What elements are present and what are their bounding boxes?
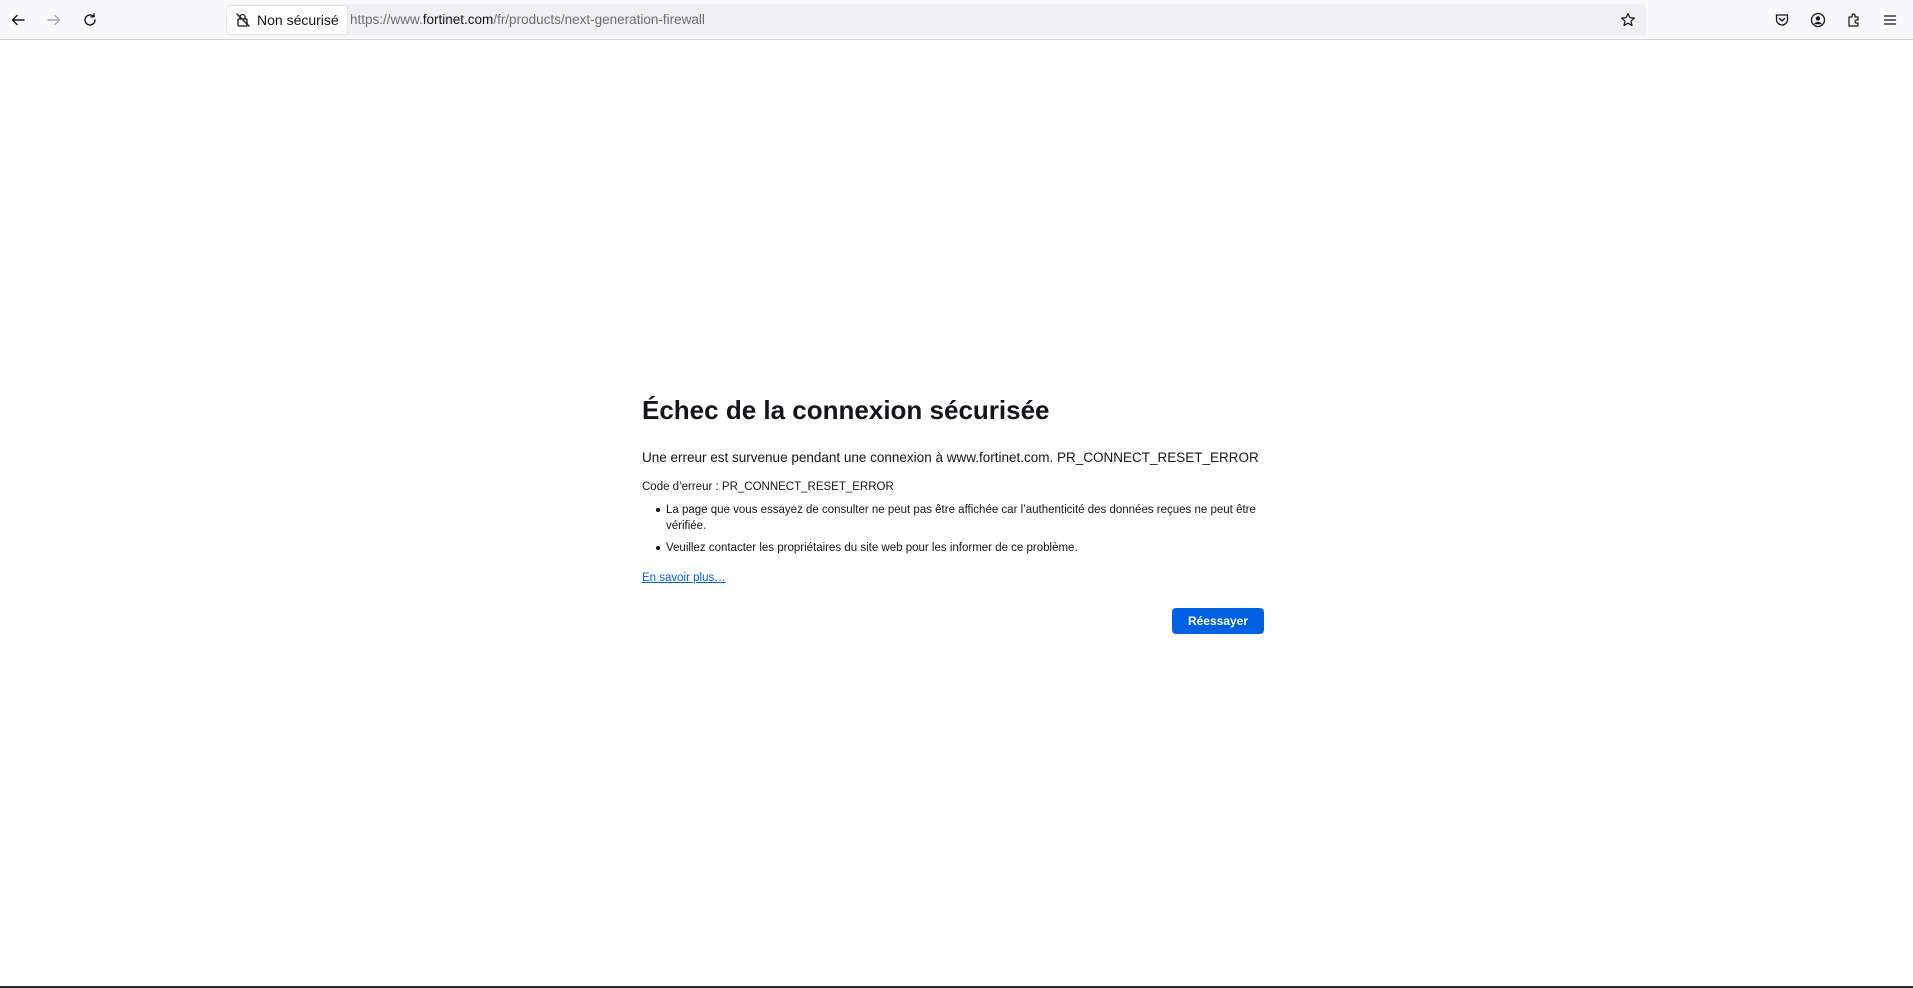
site-security-button[interactable]: Non sécurisé xyxy=(227,6,347,34)
url-path: /fr/products/next-generation-firewall xyxy=(493,12,705,27)
reload-button[interactable] xyxy=(76,6,104,34)
reload-icon xyxy=(84,13,96,26)
list-item: Veuillez contacter les propriétaires du … xyxy=(656,540,1264,556)
back-button[interactable] xyxy=(4,6,32,34)
insecure-lock-icon xyxy=(236,13,250,27)
url-text[interactable]: https://www.fortinet.com/fr/products/nex… xyxy=(350,12,705,27)
extensions-icon xyxy=(1848,13,1859,27)
url-host: fortinet.com xyxy=(422,12,494,27)
error-reasons-list: La page que vous essayez de consulter ne… xyxy=(642,502,1264,556)
app-menu-button[interactable] xyxy=(1876,6,1904,34)
error-description: Une erreur est survenue pendant une conn… xyxy=(642,450,1259,465)
url-bar[interactable]: Non sécurisé https://www.fortinet.com/fr… xyxy=(226,4,1646,36)
security-label: Non sécurisé xyxy=(257,12,339,28)
extensions-button[interactable] xyxy=(1840,6,1868,34)
back-arrow-icon xyxy=(11,14,25,26)
list-item: La page que vous essayez de consulter ne… xyxy=(656,502,1264,534)
browser-toolbar: Non sécurisé https://www.fortinet.com/fr… xyxy=(0,0,1913,40)
bookmark-button[interactable] xyxy=(1618,10,1638,30)
retry-button[interactable]: Réessayer xyxy=(1172,608,1264,634)
forward-arrow-icon xyxy=(47,14,61,26)
forward-button[interactable] xyxy=(40,6,68,34)
button-row: Réessayer xyxy=(642,608,1264,640)
error-title: Échec de la connexion sécurisée xyxy=(642,395,1050,425)
error-code: Code d’erreur : PR_CONNECT_RESET_ERROR xyxy=(642,481,894,493)
pocket-icon xyxy=(1775,14,1789,26)
error-page: Échec de la connexion sécurisée Une erre… xyxy=(642,392,1264,640)
url-prefix: https://www. xyxy=(350,12,423,27)
pocket-button[interactable] xyxy=(1768,6,1796,34)
account-button[interactable] xyxy=(1804,6,1832,34)
account-icon xyxy=(1810,12,1826,28)
star-icon xyxy=(1621,12,1635,27)
hamburger-menu-icon xyxy=(1883,15,1897,25)
learn-more-link[interactable]: En savoir plus… xyxy=(642,570,726,586)
